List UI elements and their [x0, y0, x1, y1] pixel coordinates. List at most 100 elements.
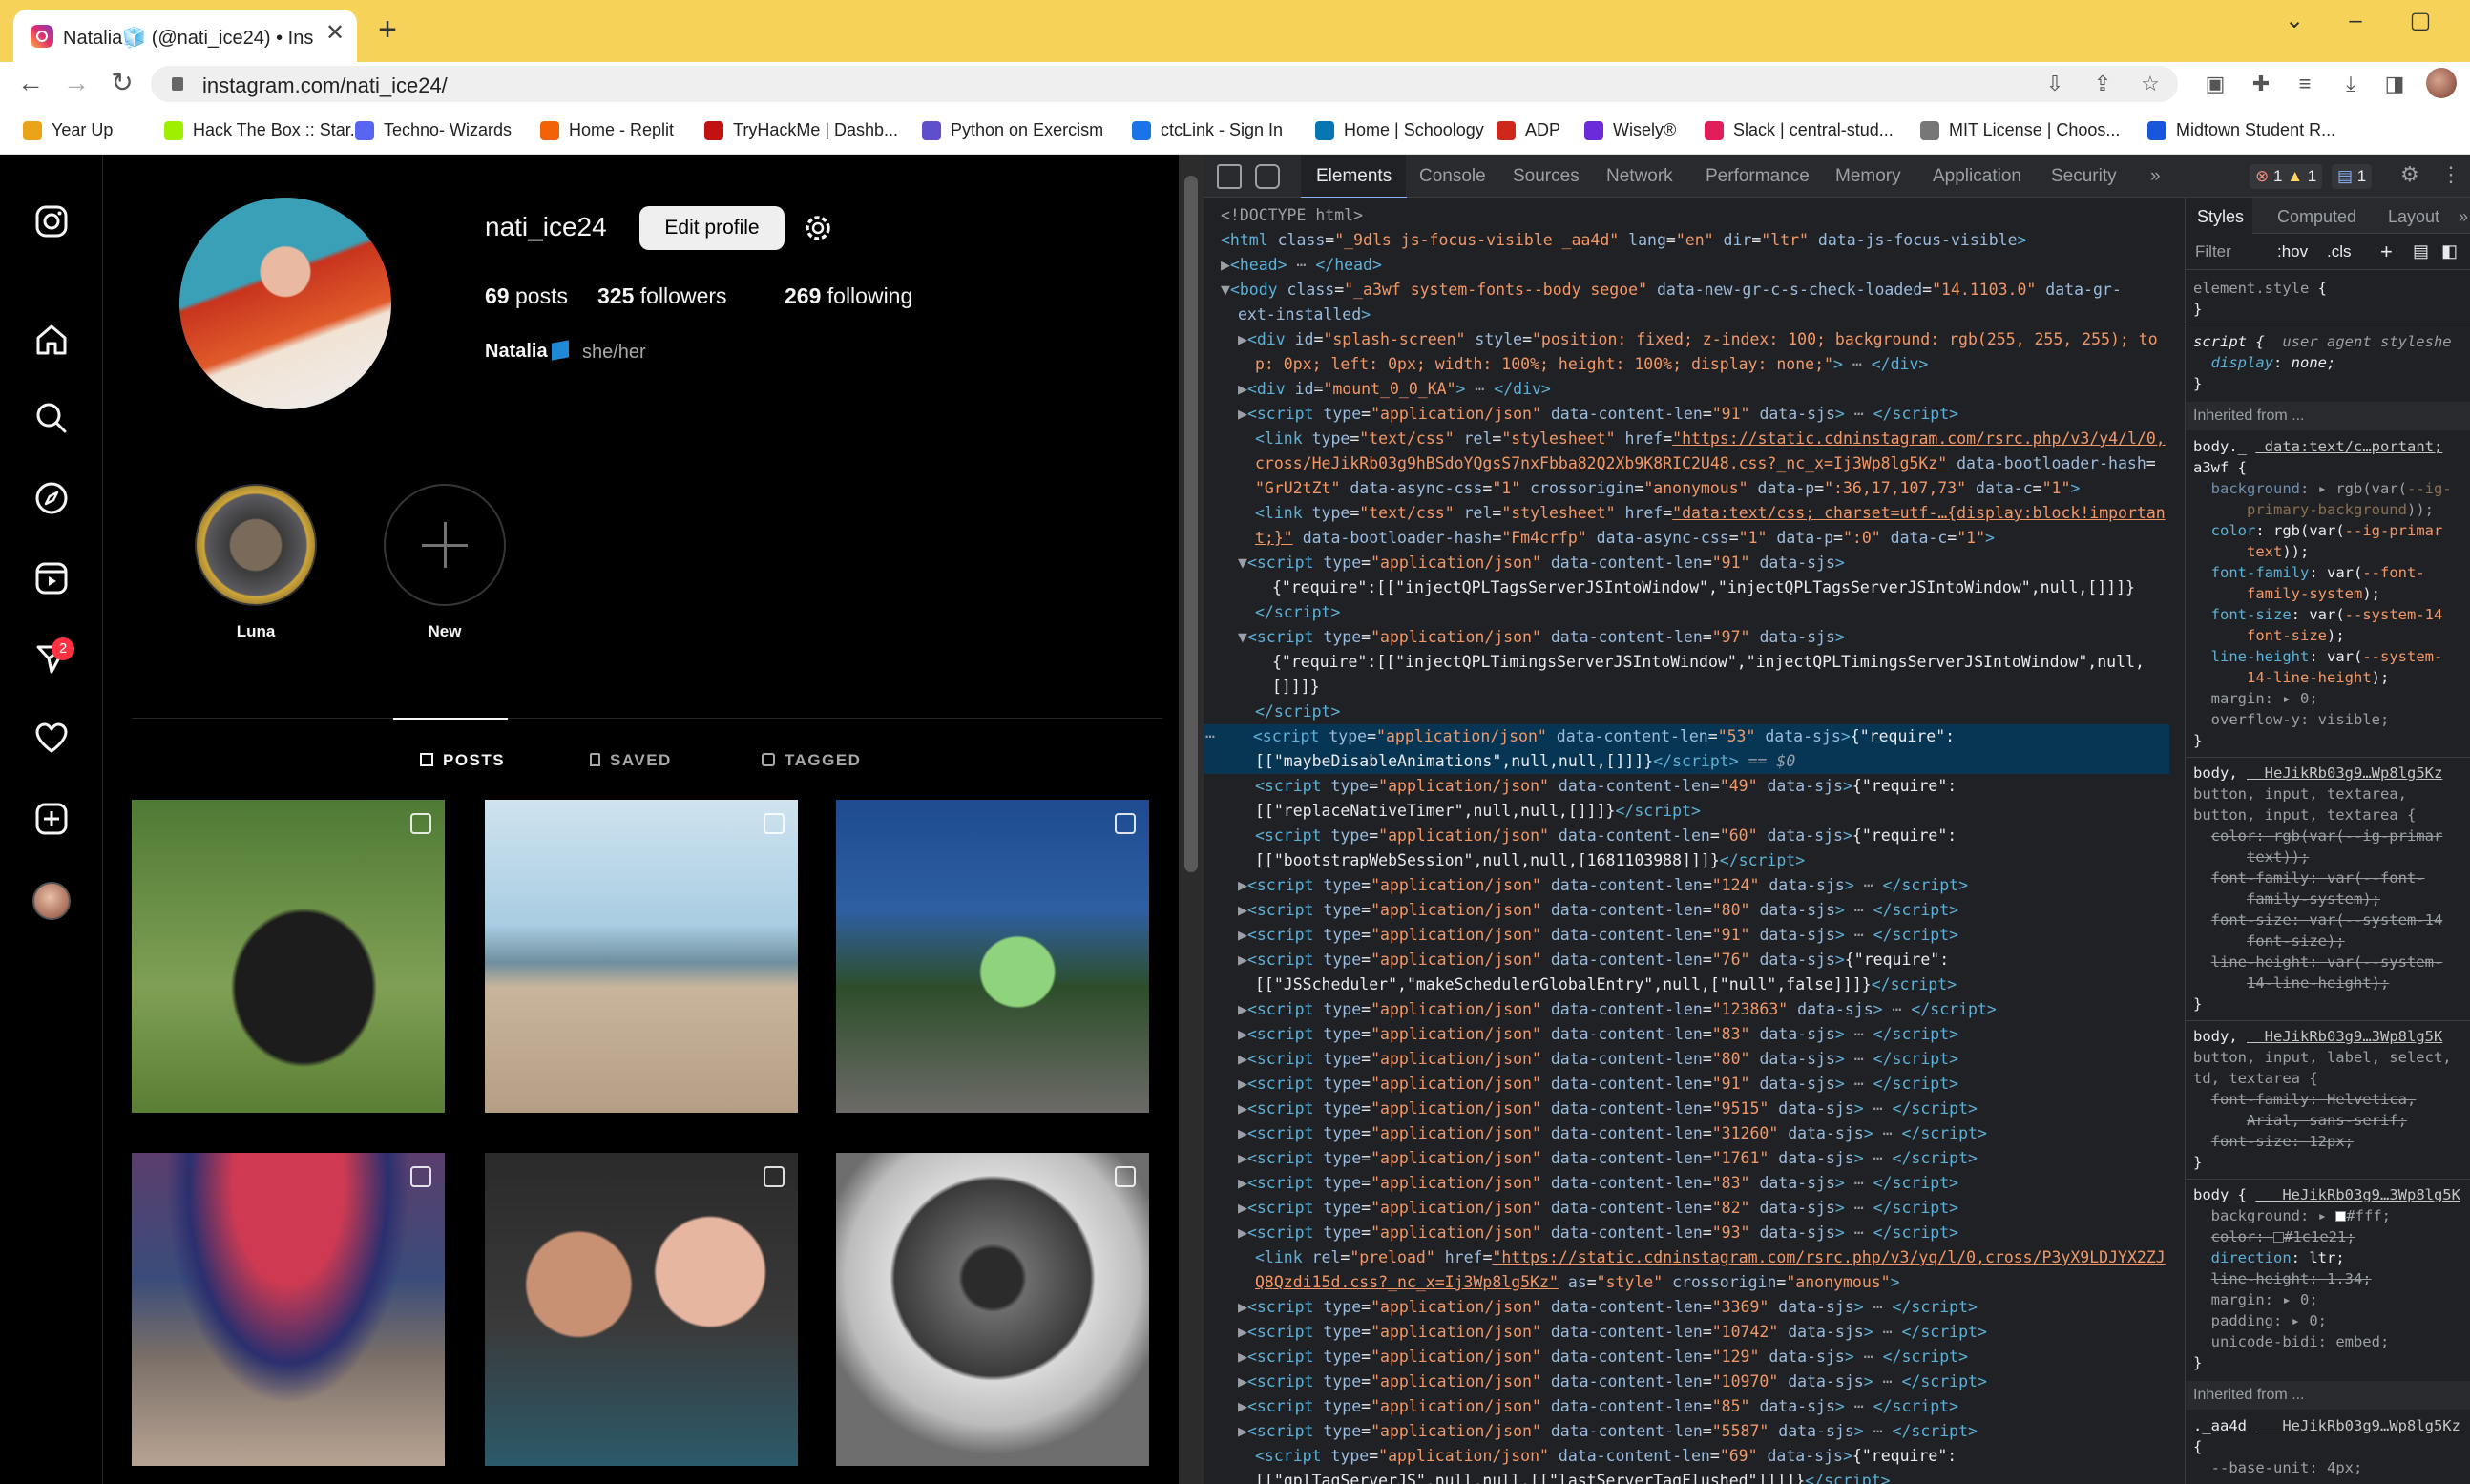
dom-line[interactable]: ▶<script type="application/json" data-co…: [1204, 1022, 2169, 1047]
minimize-button[interactable]: –: [2336, 4, 2375, 38]
style-rule-line[interactable]: font-size: var(--system-14: [2193, 604, 2470, 625]
style-rule-line[interactable]: ._aa4d HeJikRb03g9…Wp8lg5Kz: [2193, 1415, 2470, 1436]
style-rule-line[interactable]: }: [2193, 1152, 2470, 1173]
chrome-profile-avatar[interactable]: [2426, 68, 2457, 98]
style-rule-line[interactable]: font-family: var(--font-: [2193, 562, 2470, 583]
hover-state-toggle[interactable]: :hov: [2277, 242, 2308, 261]
style-rule-line[interactable]: color: rgb(var(--ig-primar: [2193, 826, 2470, 847]
style-rule-line[interactable]: font-size: 12px;: [2193, 1131, 2470, 1152]
computed-tab[interactable]: Computed: [2277, 207, 2356, 227]
dom-line[interactable]: ▶<script type="application/json" data-co…: [1204, 1121, 2169, 1146]
forward-button[interactable]: →: [59, 66, 94, 100]
dom-line[interactable]: [["replaceNativeTimer",null,null,[]]]}</…: [1204, 799, 2169, 824]
style-rule-line[interactable]: text));: [2193, 847, 2470, 867]
bookmark-item[interactable]: Hack The Box :: Star...: [164, 116, 365, 143]
dom-line[interactable]: t;}" data-bootloader-hash="Fm4crfp" data…: [1204, 526, 2169, 551]
tab-close-icon[interactable]: ✕: [321, 19, 349, 48]
inspect-element-icon[interactable]: [1217, 164, 1242, 189]
dom-line[interactable]: [["bootstrapWebSession",null,null,[16811…: [1204, 848, 2169, 873]
style-rule-line[interactable]: margin: ▸ 0;: [2193, 688, 2470, 709]
address-bar[interactable]: instagram.com/nati_ice24/ ⇩ ⇪ ☆: [151, 66, 2178, 102]
dom-line[interactable]: ▶<script type="application/json" data-co…: [1204, 1221, 2169, 1245]
bookmark-star-icon[interactable]: ☆: [2136, 70, 2165, 98]
devtools-more-menu-icon[interactable]: ⋮: [2440, 162, 2461, 187]
dom-line[interactable]: []]]}: [1204, 675, 2169, 700]
dom-line[interactable]: "GrU2tZt" data-async-css="1" crossorigin…: [1204, 476, 2169, 501]
dom-line[interactable]: ▶<script type="application/json" data-co…: [1204, 873, 2169, 898]
style-rule-line[interactable]: {: [2193, 1436, 2470, 1457]
dom-line[interactable]: ▶<script type="application/json" data-co…: [1204, 898, 2169, 923]
dom-line[interactable]: ext-installed>: [1204, 303, 2169, 327]
dom-line[interactable]: [["qplTagServerJS",null,null,[["lastServ…: [1204, 1469, 2169, 1484]
dom-line[interactable]: ▶<script type="application/json" data-co…: [1204, 1369, 2169, 1394]
instagram-logo-icon[interactable]: [32, 202, 71, 240]
bookmark-item[interactable]: Year Up: [23, 116, 113, 143]
scrollbar-thumb[interactable]: [1184, 176, 1198, 872]
style-rule-line[interactable]: line-height: 1.34;: [2193, 1268, 2470, 1289]
style-rule-line[interactable]: button, input, textarea {: [2193, 805, 2470, 826]
issues-counter[interactable]: ▤ 1: [2332, 164, 2373, 189]
style-rule-line[interactable]: td, textarea {: [2193, 1068, 2470, 1089]
styles-filter-input[interactable]: Filter: [2195, 242, 2231, 261]
style-rule-line[interactable]: body, HeJikRb03g9…Wp8lg5Kz: [2193, 763, 2470, 784]
style-rule-line[interactable]: button, input, label, select,: [2193, 1047, 2470, 1068]
style-rule-line[interactable]: line-height: var(--system-: [2193, 951, 2470, 972]
style-rule-line[interactable]: primary-background));: [2193, 499, 2470, 520]
styles-tab[interactable]: Styles: [2197, 207, 2244, 227]
style-rule-line[interactable]: 14-line-height);: [2193, 667, 2470, 688]
error-warning-counter[interactable]: ⊗ 1 ▲ 1: [2250, 164, 2323, 189]
dom-line-selected[interactable]: ⋯ <script type="application/json" data-c…: [1204, 724, 2169, 749]
reading-list-icon[interactable]: ≡: [2291, 70, 2319, 98]
dom-line[interactable]: <script type="application/json" data-con…: [1204, 774, 2169, 799]
highlight-luna[interactable]: [195, 484, 317, 606]
post-thumbnail[interactable]: [132, 1153, 445, 1466]
dom-line[interactable]: ▼<body class="_a3wf system-fonts--body s…: [1204, 278, 2169, 303]
bookmark-item[interactable]: Techno- Wizards: [355, 116, 512, 143]
post-thumbnail[interactable]: [485, 800, 798, 1113]
dom-line[interactable]: ▶<head> ⋯ </head>: [1204, 253, 2169, 278]
bookmark-item[interactable]: Python on Exercism: [922, 116, 1103, 143]
dom-line[interactable]: {"require":[["injectQPLTagsServerJSIntoW…: [1204, 575, 2169, 600]
page-scrollbar[interactable]: [1179, 155, 1204, 1484]
dom-line[interactable]: <link type="text/css" rel="stylesheet" h…: [1204, 427, 2169, 451]
post-thumbnail[interactable]: [836, 800, 1149, 1113]
post-thumbnail[interactable]: [836, 1153, 1149, 1466]
style-rule-line[interactable]: font-size);: [2193, 625, 2470, 646]
style-rule-line[interactable]: body { HeJikRb03g9…3Wp8lg5K: [2193, 1184, 2470, 1205]
dom-line[interactable]: <link rel="preload" href="https://static…: [1204, 1245, 2169, 1270]
device-toolbar-icon[interactable]: [1255, 164, 1280, 189]
style-rule-line[interactable]: direction: ltr;: [2193, 1247, 2470, 1268]
home-icon[interactable]: [32, 321, 71, 359]
dom-line[interactable]: ▶<script type="application/json" data-co…: [1204, 1295, 2169, 1320]
bookmark-item[interactable]: ctcLink - Sign In: [1132, 116, 1283, 143]
computed-sidebar-icon[interactable]: ◧: [2441, 241, 2458, 261]
dom-line[interactable]: ▶<script type="application/json" data-co…: [1204, 1047, 2169, 1072]
bookmark-item[interactable]: Home - Replit: [540, 116, 674, 143]
bookmark-item[interactable]: Midtown Student R...: [2147, 116, 2335, 143]
style-rule-line[interactable]: body._ data:text/c…portant;: [2193, 436, 2470, 457]
edit-profile-button[interactable]: Edit profile: [639, 206, 785, 250]
create-post-icon[interactable]: [32, 800, 71, 838]
dom-line[interactable]: ▶<script type="application/json" data-co…: [1204, 1171, 2169, 1196]
devtools-tab-memory[interactable]: Memory: [1835, 166, 1901, 187]
post-thumbnail[interactable]: [132, 800, 445, 1113]
style-rule-line[interactable]: }: [2193, 730, 2470, 751]
followers-stat[interactable]: 325 followers: [597, 283, 727, 309]
bookmark-item[interactable]: MIT License | Choos...: [1920, 116, 2120, 143]
dom-line[interactable]: </script>: [1204, 600, 2169, 625]
devtools-tab-performance[interactable]: Performance: [1706, 166, 1810, 187]
tab-search-icon[interactable]: ⌄: [2275, 4, 2313, 38]
dom-line[interactable]: ▶<script type="application/json" data-co…: [1204, 1419, 2169, 1444]
profile-avatar[interactable]: [179, 198, 391, 409]
dom-line[interactable]: ▶<script type="application/json" data-co…: [1204, 1394, 2169, 1419]
url-text[interactable]: instagram.com/nati_ice24/: [202, 73, 448, 98]
bookmark-item[interactable]: TryHackMe | Dashb...: [704, 116, 898, 143]
maximize-button[interactable]: ▢: [2401, 4, 2439, 38]
devtools-tab-sources[interactable]: Sources: [1513, 166, 1580, 187]
style-rule-line[interactable]: font-family: var(--font-: [2193, 867, 2470, 888]
dom-line[interactable]: <script type="application/json" data-con…: [1204, 824, 2169, 848]
toggle-element-state-icon[interactable]: ▤: [2413, 241, 2429, 261]
bookmark-item[interactable]: Slack | central-stud...: [1705, 116, 1894, 143]
style-rule-line[interactable]: line-height: var(--system-: [2193, 646, 2470, 667]
style-rule-line[interactable]: color: rgb(var(--ig-primar: [2193, 520, 2470, 541]
